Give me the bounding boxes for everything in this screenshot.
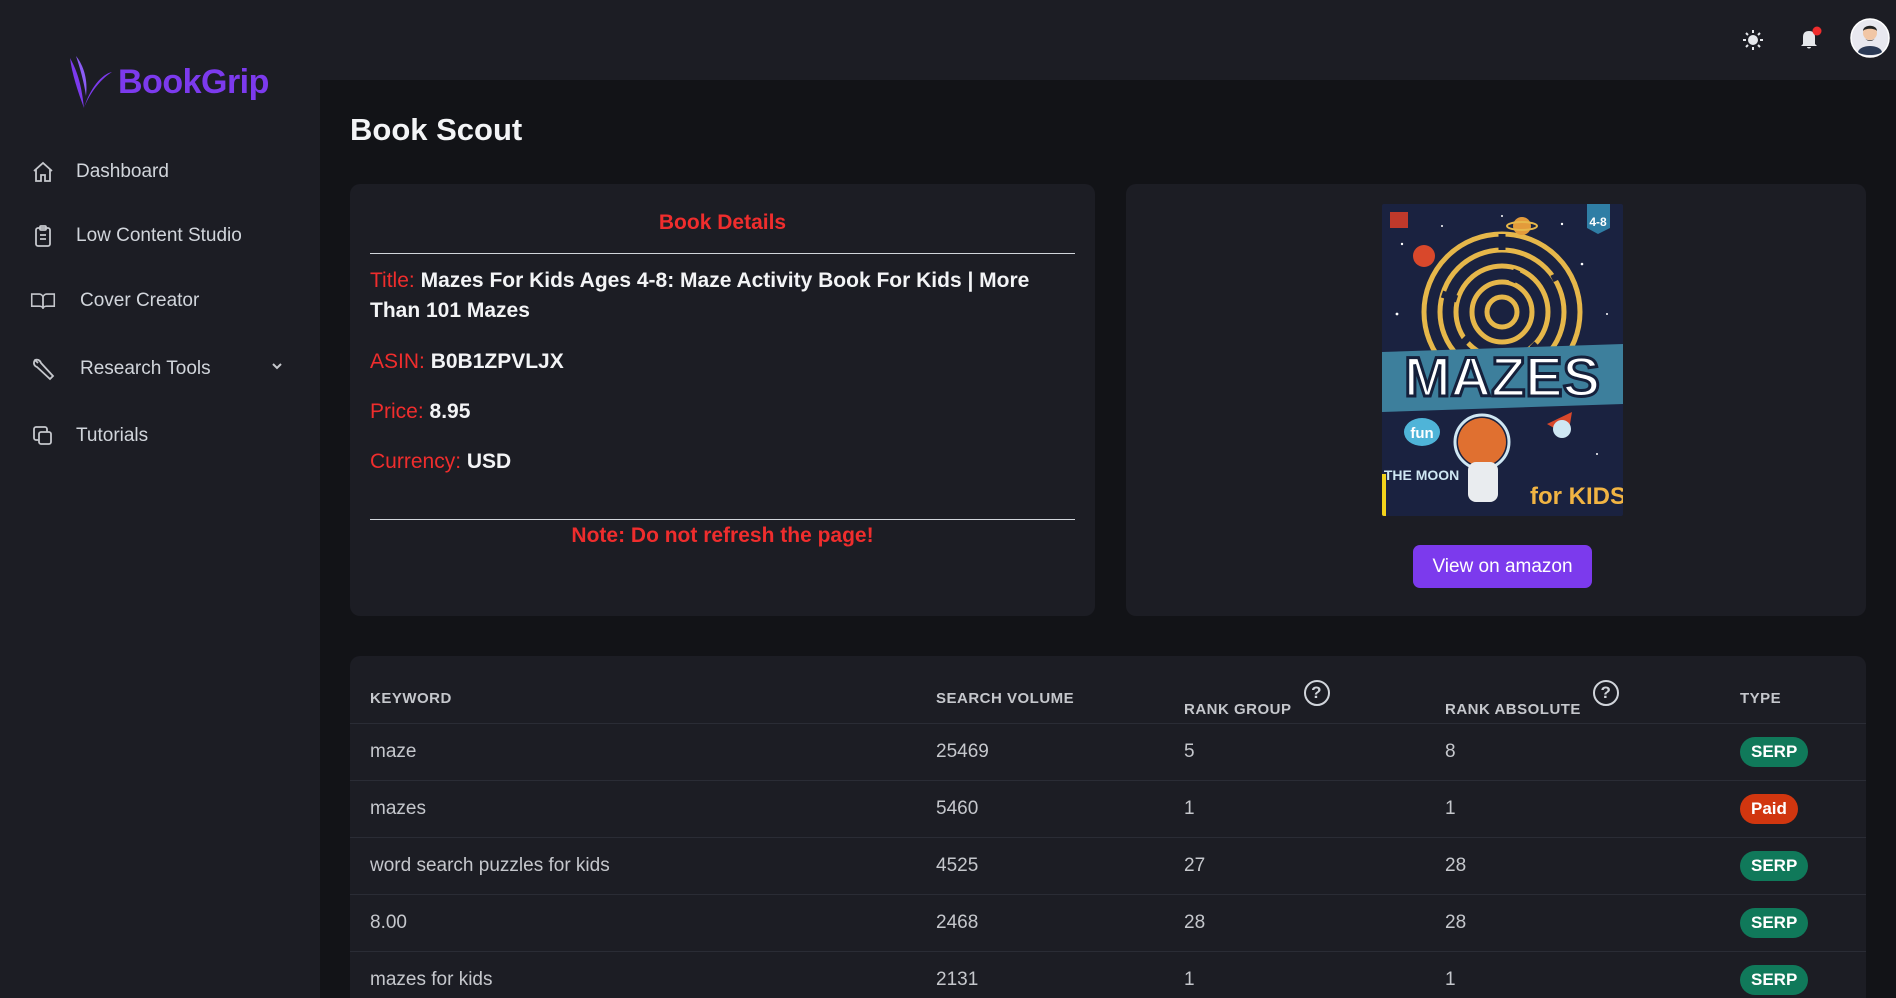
- topbar: [320, 0, 1896, 80]
- sidebar-item-label: Tutorials: [76, 425, 149, 446]
- book-cover-card: 4-8 MAZES fun TO THE MOON for KIDS View …: [1126, 184, 1866, 616]
- book-open-icon: [30, 288, 56, 314]
- asin-field: ASIN: B0B1ZPVLJX: [370, 347, 1075, 377]
- table-row: mazes for kids 2131 1 1 SERP: [350, 951, 1866, 998]
- sidebar-item-low-content-studio[interactable]: Low Content Studio: [30, 216, 242, 256]
- cover-subtitle-fun: fun: [1410, 425, 1433, 442]
- rank-absolute-cell: 1: [1445, 798, 1456, 819]
- avatar[interactable]: [1850, 18, 1890, 58]
- sidebar-item-dashboard[interactable]: Dashboard: [30, 152, 169, 192]
- currency-field: Currency: USD: [370, 447, 1075, 477]
- price-field: Price: 8.95: [370, 397, 1075, 427]
- rank-group-cell: 27: [1184, 855, 1206, 876]
- keyword-cell: mazes: [370, 798, 426, 819]
- help-icon[interactable]: ?: [1592, 680, 1619, 706]
- sidebar-item-research-tools[interactable]: Research Tools: [30, 349, 292, 389]
- type-badge: SERP: [1740, 737, 1809, 767]
- keyword-cell: mazes for kids: [370, 969, 493, 990]
- book-cover-image: 4-8 MAZES fun TO THE MOON for KIDS: [1382, 204, 1623, 516]
- column-header-keyword[interactable]: KEYWORD: [370, 690, 452, 707]
- column-header-label: TYPE: [1740, 690, 1782, 707]
- book-title-value: Mazes For Kids Ages 4-8: Maze Activity B…: [370, 269, 1030, 322]
- sidebar-item-tutorials[interactable]: Tutorials: [30, 416, 148, 456]
- type-badge: SERP: [1740, 851, 1809, 881]
- column-header-rank-absolute[interactable]: RANK ABSOLUTE ?: [1445, 680, 1619, 718]
- keyword-cell: maze: [370, 741, 417, 762]
- keyword-cell: 8.00: [370, 912, 407, 933]
- table-row: word search puzzles for kids 4525 27 28 …: [350, 837, 1866, 894]
- column-header-label: RANK ABSOLUTE: [1445, 700, 1581, 718]
- help-icon[interactable]: ?: [1303, 680, 1330, 706]
- keyword-cell: word search puzzles for kids: [370, 855, 610, 876]
- sidebar-item-label: Low Content Studio: [76, 225, 242, 246]
- chevron-down-icon[interactable]: [270, 359, 284, 378]
- keywords-table: KEYWORD SEARCH VOLUME RANK GROUP ? RANK …: [350, 656, 1866, 998]
- column-header-label: RANK GROUP: [1184, 700, 1292, 718]
- currency-value: USD: [466, 450, 512, 473]
- asin-value: B0B1ZPVLJX: [430, 350, 564, 373]
- field-label: ASIN:: [370, 350, 425, 373]
- book-details-heading: Book Details: [658, 211, 787, 234]
- search-volume-cell: 4525: [936, 855, 979, 876]
- search-volume-cell: 2468: [936, 912, 979, 933]
- column-header-type[interactable]: TYPE: [1740, 690, 1781, 707]
- app-logo[interactable]: BookGrip: [62, 52, 269, 112]
- view-on-amazon-button[interactable]: View on amazon: [1413, 545, 1592, 588]
- book-details-card: Book Details Title: Mazes For Kids Ages …: [350, 184, 1095, 616]
- type-badge: SERP: [1740, 908, 1809, 938]
- refresh-warning-note: Note: Do not refresh the page!: [571, 524, 874, 547]
- field-label: Currency:: [370, 450, 462, 473]
- main-content: Book Scout Book Details Title: Mazes For…: [320, 80, 1896, 998]
- sidebar-item-cover-creator[interactable]: Cover Creator: [30, 281, 199, 321]
- table-row: mazes 5460 1 1 Paid: [350, 780, 1866, 837]
- column-header-label: KEYWORD: [370, 690, 452, 707]
- rank-absolute-cell: 28: [1445, 855, 1467, 876]
- search-volume-cell: 2131: [936, 969, 979, 990]
- cover-subtitle-kids: for KIDS: [1530, 483, 1623, 510]
- rank-group-cell: 5: [1184, 741, 1195, 762]
- bookgrip-logo-icon: [70, 56, 112, 108]
- sun-icon[interactable]: [1739, 26, 1767, 54]
- book-title-field: Title: Mazes For Kids Ages 4-8: Maze Act…: [370, 266, 1075, 326]
- page-title: Book Scout: [350, 112, 523, 147]
- cover-subtitle-moon: TO THE MOON: [1382, 467, 1459, 483]
- rank-absolute-cell: 28: [1445, 912, 1467, 933]
- field-label: Price:: [370, 400, 424, 423]
- price-value: 8.95: [429, 400, 471, 423]
- home-icon: [30, 159, 56, 185]
- field-label: Title:: [370, 269, 415, 292]
- app-name: BookGrip: [118, 62, 269, 101]
- bell-icon[interactable]: [1794, 24, 1824, 54]
- search-volume-cell: 25469: [936, 741, 989, 762]
- sidebar: BookGrip Dashboard Low Content Studio Co…: [0, 0, 320, 998]
- book-details-header: Book Details: [370, 204, 1075, 254]
- sidebar-item-label: Dashboard: [76, 161, 169, 182]
- type-badge: Paid: [1740, 794, 1798, 824]
- cover-title-text: MAZES: [1404, 345, 1600, 408]
- sidebar-item-label: Research Tools: [80, 358, 211, 379]
- type-badge: SERP: [1740, 965, 1809, 995]
- sidebar-item-label: Cover Creator: [80, 290, 200, 311]
- copy-icon: [30, 423, 56, 449]
- column-header-search-volume[interactable]: SEARCH VOLUME: [936, 690, 1074, 707]
- table-row: 8.00 2468 28 28 SERP: [350, 894, 1866, 951]
- rank-group-cell: 1: [1184, 969, 1195, 990]
- rank-group-cell: 28: [1184, 912, 1206, 933]
- cover-age-label: 4-8: [1589, 215, 1607, 229]
- clipboard-icon: [30, 223, 56, 249]
- column-header-label: SEARCH VOLUME: [936, 690, 1075, 707]
- rank-absolute-cell: 8: [1445, 741, 1456, 762]
- rank-group-cell: 1: [1184, 798, 1195, 819]
- search-volume-cell: 5460: [936, 798, 979, 819]
- rank-absolute-cell: 1: [1445, 969, 1456, 990]
- wrench-icon: [30, 356, 56, 382]
- column-header-rank-group[interactable]: RANK GROUP ?: [1184, 680, 1330, 718]
- table-row: maze 25469 5 8 SERP: [350, 723, 1866, 780]
